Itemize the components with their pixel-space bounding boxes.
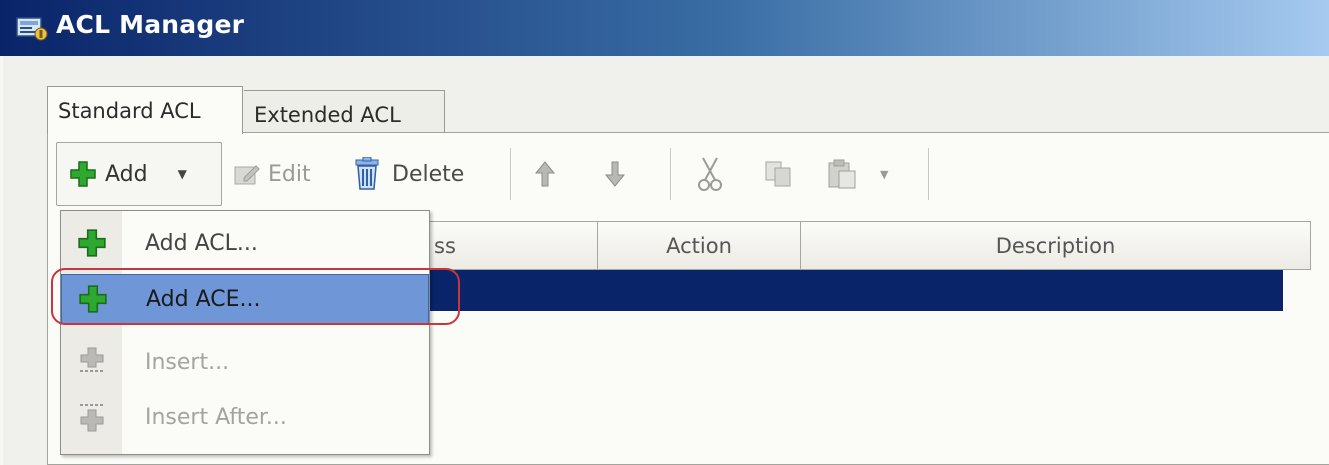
edit-button-label: Edit <box>268 161 311 187</box>
toolbar-separator <box>928 148 930 200</box>
column-header-action[interactable]: Action <box>598 221 801 270</box>
column-header-label: ss <box>434 234 456 258</box>
add-dropdown-menu: Add ACL... Add ACE... Insert... Insert A… <box>60 210 430 455</box>
add-button[interactable]: Add ▼ <box>56 142 222 206</box>
tab-extended-acl[interactable]: Extended ACL <box>244 90 445 132</box>
annotation-highlight-ring <box>51 268 460 325</box>
column-header-address[interactable]: ss <box>420 221 598 270</box>
copy-button[interactable] <box>764 142 794 206</box>
plus-icon <box>78 229 106 257</box>
menu-item-label: Insert After... <box>145 405 287 430</box>
add-button-label: Add <box>105 161 148 187</box>
column-header-label: Action <box>666 234 732 258</box>
delete-button[interactable]: Delete <box>352 142 464 206</box>
paste-icon <box>828 159 856 189</box>
cut-icon <box>698 157 722 191</box>
dropdown-arrow-icon[interactable]: ▼ <box>178 167 187 181</box>
move-up-button[interactable] <box>532 142 558 206</box>
tab-label: Extended ACL <box>254 103 401 127</box>
trash-icon <box>355 157 379 190</box>
tab-label: Standard ACL <box>58 99 201 123</box>
menu-item-insert[interactable]: Insert... <box>61 338 429 388</box>
toolbar-separator <box>670 148 672 200</box>
move-up-icon <box>534 161 556 187</box>
menu-item-insert-after[interactable]: Insert After... <box>61 393 429 443</box>
insert-after-icon <box>80 404 104 432</box>
insert-icon <box>80 347 104 372</box>
paste-button[interactable]: ▼ <box>826 142 888 206</box>
dropdown-arrow-icon[interactable]: ▼ <box>880 168 888 181</box>
copy-icon <box>765 161 791 187</box>
window-edge <box>0 56 3 465</box>
move-down-icon <box>604 161 626 187</box>
title-bar: ACL Manager <box>0 0 1329 56</box>
delete-button-label: Delete <box>392 161 465 187</box>
tab-standard-acl[interactable]: Standard ACL <box>47 86 243 134</box>
cut-button[interactable] <box>697 142 723 206</box>
menu-item-add-acl[interactable]: Add ACL... <box>61 219 429 269</box>
edit-button[interactable]: Edit <box>232 142 311 206</box>
window-title: ACL Manager <box>56 10 245 39</box>
acl-manager-icon <box>16 17 48 41</box>
move-down-button[interactable] <box>602 142 628 206</box>
menu-item-label: Insert... <box>145 350 230 375</box>
column-header-description[interactable]: Description <box>801 221 1311 270</box>
menu-item-label: Add ACL... <box>145 231 258 256</box>
plus-icon <box>70 161 96 187</box>
edit-icon <box>234 165 260 185</box>
toolbar-separator <box>510 148 512 200</box>
column-header-label: Description <box>995 234 1116 258</box>
